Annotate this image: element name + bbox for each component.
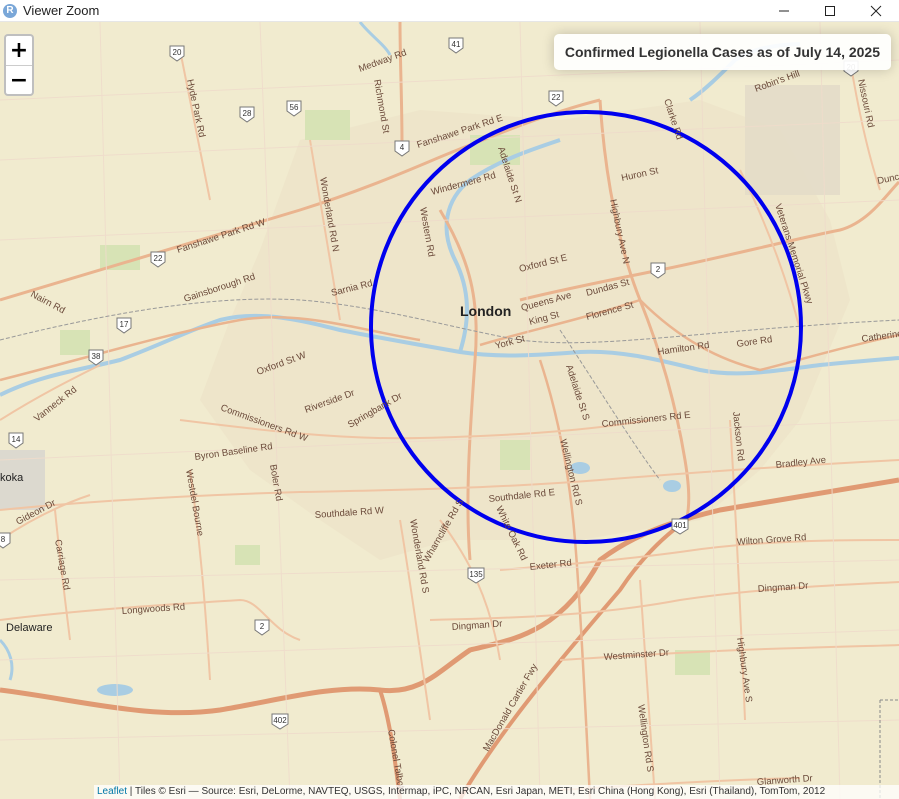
zoom-control: + − — [4, 34, 34, 96]
route-shield-label: 38 — [92, 352, 101, 361]
route-shield-label: 20 — [173, 48, 182, 57]
map-view[interactable]: 20 41 28 56 4 22 22 2 17 38 14 135 401 2… — [0, 22, 899, 799]
route-shield-label: 56 — [290, 103, 299, 112]
attribution-text: | Tiles © Esri — Source: Esri, DeLorme, … — [127, 786, 826, 797]
maximize-button[interactable] — [807, 0, 853, 22]
close-icon — [870, 5, 882, 17]
route-shield-label: 2 — [260, 622, 265, 631]
route-shield-label: 14 — [12, 435, 21, 444]
zoom-in-button[interactable]: + — [6, 36, 32, 66]
route-shield-label: 22 — [552, 93, 561, 102]
leaflet-link[interactable]: Leaflet — [97, 786, 127, 797]
basemap-tiles: 20 41 28 56 4 22 22 2 17 38 14 135 401 2… — [0, 22, 899, 799]
route-shield-label: 22 — [154, 254, 163, 263]
route-shield-label: 17 — [120, 320, 129, 329]
route-shield-label: 2 — [656, 265, 661, 274]
window-title: Viewer Zoom — [23, 3, 100, 18]
minimize-button[interactable] — [761, 0, 807, 22]
route-shield-label: 41 — [452, 40, 461, 49]
maximize-icon — [825, 6, 835, 16]
r-app-icon: R — [3, 3, 17, 18]
route-shield-label: 4 — [400, 143, 405, 152]
route-shield-label: 401 — [673, 521, 687, 530]
place-label-london: London — [460, 303, 511, 319]
route-shield-label: 135 — [469, 570, 483, 579]
place-label-koka: koka — [0, 472, 24, 484]
map-title: Confirmed Legionella Cases as of July 14… — [564, 44, 880, 60]
route-shield-label: 28 — [243, 109, 252, 118]
close-button[interactable] — [853, 0, 899, 22]
window-controls — [761, 0, 899, 22]
map-title-box: Confirmed Legionella Cases as of July 14… — [553, 34, 891, 70]
map-attribution: Leaflet | Tiles © Esri — Source: Esri, D… — [94, 785, 899, 799]
route-shield-label: 8 — [1, 535, 6, 544]
minimize-icon — [779, 10, 789, 12]
zoom-out-button[interactable]: − — [6, 66, 32, 94]
place-label-delaware: Delaware — [6, 622, 52, 634]
route-shield-label: 402 — [273, 716, 287, 725]
window-titlebar: R Viewer Zoom — [0, 0, 899, 22]
